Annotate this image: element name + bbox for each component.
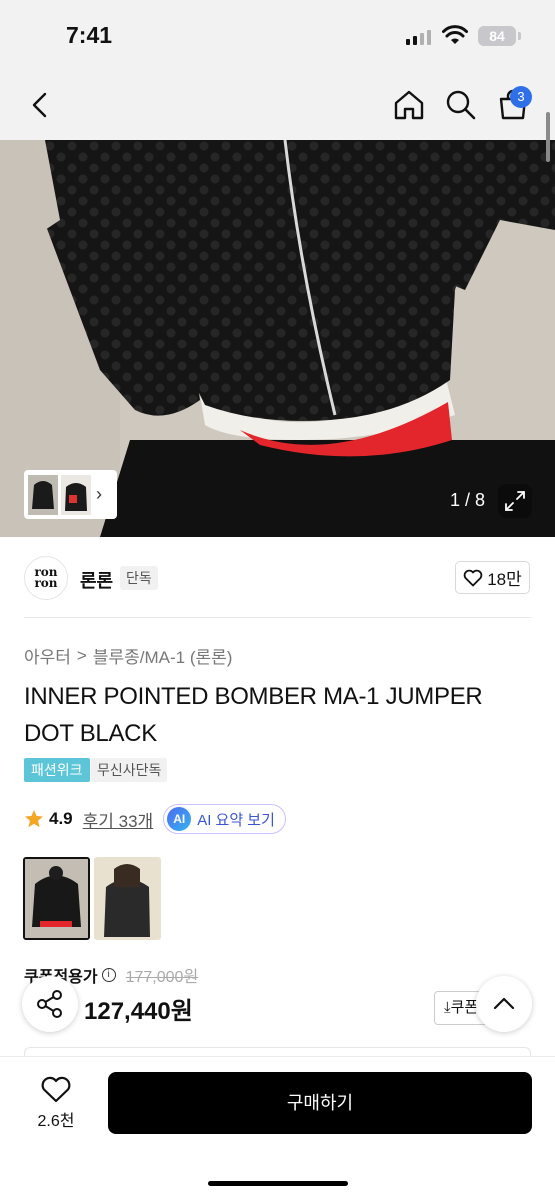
variant-thumbnail: [25, 859, 88, 938]
musinsa-exclusive-badge: 무신사단독: [91, 758, 168, 782]
share-icon: [37, 990, 62, 1018]
battery-icon: 84: [478, 26, 516, 46]
breadcrumb-subcategory[interactable]: 블루종/MA-1 (론론): [93, 643, 233, 668]
breadcrumb-category[interactable]: 아우터: [24, 643, 71, 668]
brand-like-button[interactable]: 18만: [455, 561, 530, 594]
gallery-thumbnail[interactable]: [28, 474, 58, 515]
gallery-thumbnail-strip[interactable]: ›: [24, 470, 117, 519]
cart-count-badge: 3: [510, 86, 532, 108]
ai-summary-label: AI 요약 보기: [197, 811, 275, 829]
top-nav-bar: [0, 72, 555, 140]
brand-logo-text: ron: [34, 576, 58, 590]
original-price: 177,000원: [125, 969, 199, 986]
home-indicator: [208, 1181, 348, 1186]
breadcrumb: 아우터 > 블루종/MA-1 (론론): [24, 643, 232, 668]
rating-row: 4.9 후기 33개 AI AI 요약 보기: [24, 804, 286, 834]
gallery-thumbnail[interactable]: [61, 474, 91, 515]
star-icon: [25, 810, 43, 828]
heart-icon: [463, 569, 483, 586]
expand-button[interactable]: [498, 484, 532, 518]
status-time: 7:41: [66, 22, 113, 48]
exclusive-tag: 단독: [120, 566, 158, 590]
wifi-icon: [442, 25, 468, 44]
rating-value: 4.9: [49, 809, 73, 828]
brand-logo[interactable]: ron ron: [24, 556, 68, 600]
chevron-left-icon[interactable]: [24, 88, 58, 122]
color-variant-other[interactable]: [94, 857, 161, 940]
brand-name[interactable]: 론론: [80, 567, 113, 593]
gallery-counter: 1 / 8: [450, 490, 486, 510]
scroll-indicator[interactable]: [546, 112, 550, 162]
chevron-up-icon: [493, 997, 515, 1010]
chevron-right-icon[interactable]: ›: [96, 484, 102, 505]
search-icon[interactable]: [444, 88, 478, 122]
fashion-week-badge: 패션위크: [24, 758, 90, 782]
breadcrumb-separator: >: [76, 645, 87, 665]
signal-icon: [406, 29, 431, 45]
review-count-link[interactable]: 후기 33개: [83, 807, 154, 832]
sale-price: 127,440원: [84, 998, 193, 1025]
status-bar: 7:41 84: [0, 0, 555, 72]
product-title: INNER POINTED BOMBER MA-1 JUMPER DOT BLA…: [24, 683, 483, 747]
heart-icon: [41, 1076, 71, 1103]
color-variant-black[interactable]: [23, 857, 90, 940]
variant-thumbnail: [94, 857, 161, 940]
ai-icon: AI: [167, 807, 192, 831]
info-icon[interactable]: i: [101, 968, 116, 982]
divider: [24, 617, 531, 618]
brand-like-count: 18만: [487, 570, 522, 589]
expand-icon: [505, 491, 525, 511]
wishlist-count: 2.6천: [37, 1113, 75, 1130]
share-button[interactable]: [22, 976, 78, 1032]
buy-button[interactable]: 구매하기: [108, 1072, 532, 1134]
scroll-top-button[interactable]: [476, 976, 532, 1032]
ai-summary-button[interactable]: AI AI 요약 보기: [163, 804, 286, 834]
home-icon[interactable]: [392, 88, 426, 122]
battery-tip: [518, 32, 521, 40]
